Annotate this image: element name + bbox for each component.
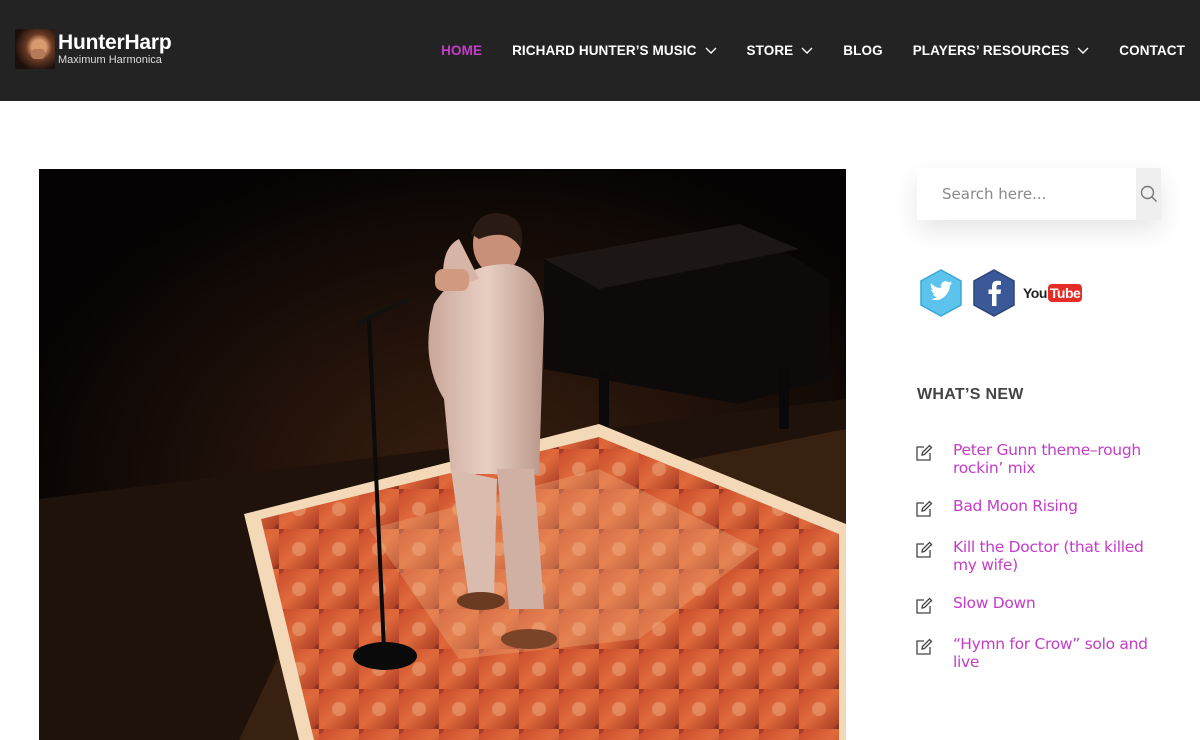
chevron-down-icon bbox=[1077, 47, 1089, 54]
edit-icon bbox=[916, 500, 933, 517]
nav-contact[interactable]: CONTACT bbox=[1119, 43, 1185, 58]
nav-home[interactable]: HOME bbox=[441, 43, 482, 58]
logo-image bbox=[15, 29, 55, 69]
list-item: Peter Gunn theme–rough rockin’ mix bbox=[915, 441, 1165, 477]
post-link[interactable]: Bad Moon Rising bbox=[953, 497, 1078, 515]
nav-richard-hunters-music[interactable]: RICHARD HUNTER’S MUSIC bbox=[512, 43, 717, 58]
nav-blog[interactable]: BLOG bbox=[843, 43, 882, 58]
post-link[interactable]: Peter Gunn theme–rough rockin’ mix bbox=[953, 441, 1165, 477]
edit-icon bbox=[916, 444, 933, 461]
post-link[interactable]: Kill the Doctor (that killed my wife) bbox=[953, 538, 1165, 574]
nav-players-resources[interactable]: PLAYERS’ RESOURCES bbox=[913, 43, 1090, 58]
list-item: “Hymn for Crow” solo and live bbox=[915, 635, 1165, 671]
whats-new-list: Peter Gunn theme–rough rockin’ mix Bad M… bbox=[915, 441, 1165, 691]
youtube-link[interactable]: You Tube bbox=[1023, 284, 1083, 302]
edit-icon bbox=[916, 638, 933, 655]
hero-photo bbox=[39, 169, 846, 740]
nav-resources-label: PLAYERS’ RESOURCES bbox=[912, 43, 1070, 58]
post-link[interactable]: Slow Down bbox=[953, 594, 1036, 612]
social-links: You Tube bbox=[917, 268, 1083, 318]
nav-home-label: HOME bbox=[441, 43, 483, 58]
main-nav: HOME RICHARD HUNTER’S MUSIC STORE BLOG P… bbox=[411, 0, 1185, 101]
twitter-icon[interactable] bbox=[917, 268, 965, 318]
logo-subtitle: Maximum Harmonica bbox=[58, 54, 162, 66]
search-button[interactable] bbox=[1136, 168, 1161, 220]
youtube-logo-tube: Tube bbox=[1047, 284, 1083, 302]
stage-performer-illustration bbox=[39, 169, 846, 740]
whats-new-title: WHAT’S NEW bbox=[917, 386, 1024, 403]
list-item: Slow Down bbox=[915, 594, 1165, 615]
nav-contact-label: CONTACT bbox=[1119, 43, 1185, 58]
chevron-down-icon bbox=[705, 47, 717, 54]
post-link[interactable]: “Hymn for Crow” solo and live bbox=[953, 635, 1165, 671]
facebook-icon[interactable] bbox=[970, 268, 1018, 318]
chevron-down-icon bbox=[801, 47, 813, 54]
search-input[interactable] bbox=[917, 168, 1136, 220]
edit-icon bbox=[916, 597, 933, 614]
site-header: HunterHarp Maximum Harmonica HOME RICHAR… bbox=[0, 0, 1200, 101]
site-logo[interactable]: HunterHarp Maximum Harmonica bbox=[15, 29, 172, 69]
list-item: Bad Moon Rising bbox=[915, 497, 1165, 518]
nav-store[interactable]: STORE bbox=[747, 43, 814, 58]
nav-music-label: RICHARD HUNTER’S MUSIC bbox=[512, 43, 697, 58]
logo-title: HunterHarp bbox=[58, 31, 172, 54]
search-widget bbox=[917, 168, 1161, 220]
search-icon bbox=[1140, 185, 1157, 202]
youtube-logo-you: You bbox=[1023, 285, 1047, 301]
list-item: Kill the Doctor (that killed my wife) bbox=[915, 538, 1165, 574]
edit-icon bbox=[916, 541, 933, 558]
nav-blog-label: BLOG bbox=[843, 43, 883, 58]
nav-store-label: STORE bbox=[746, 43, 794, 58]
